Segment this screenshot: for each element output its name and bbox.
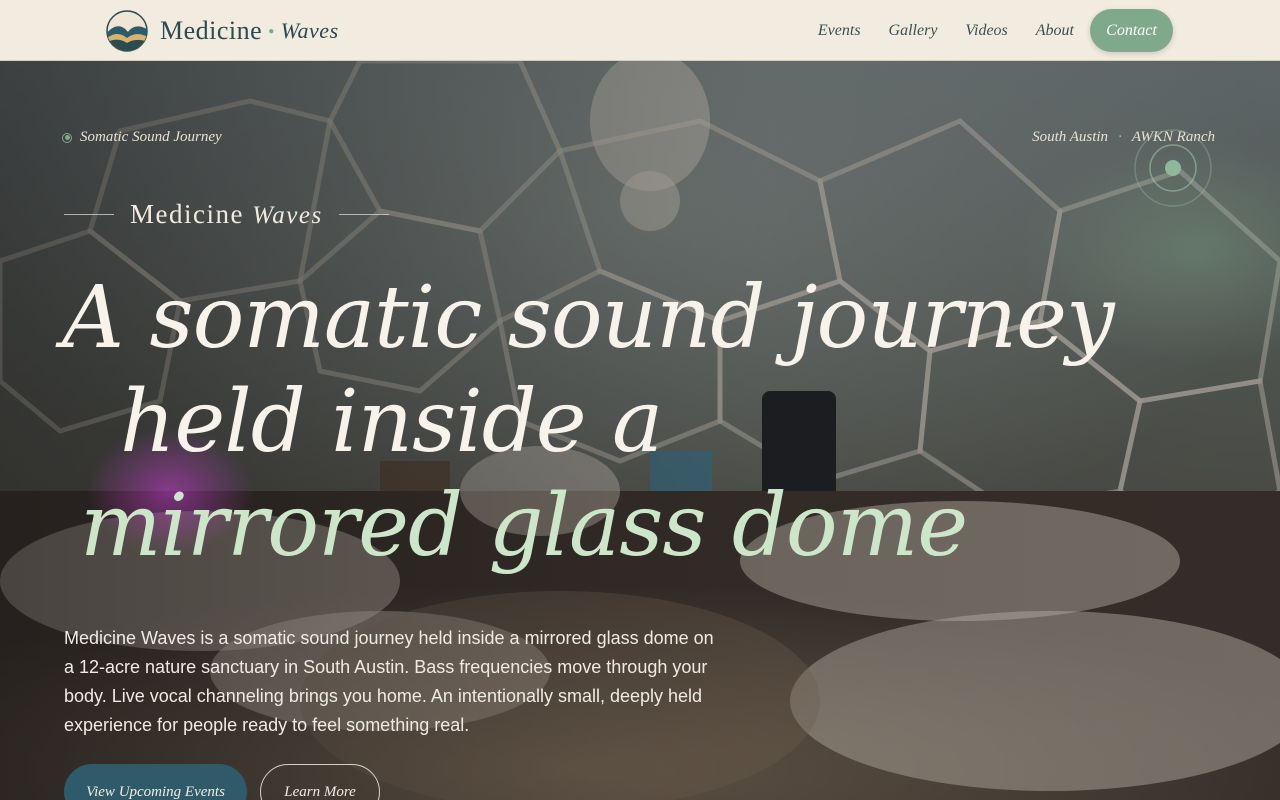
hero-headline: A somatic sound journey held inside a mi… (62, 266, 1115, 578)
hero-description: Medicine Waves is a somatic sound journe… (64, 628, 714, 735)
hero-section: Somatic Sound Journey South Austin · AWK… (0, 61, 1280, 800)
ring-dot-icon (62, 132, 72, 143)
pulse-ring-icon (1134, 129, 1212, 207)
learn-more-button[interactable]: Learn More (260, 764, 380, 800)
nav-link-videos[interactable]: Videos (965, 22, 1007, 40)
brand-rule-right (338, 214, 389, 215)
brand-dot: ● (268, 25, 275, 37)
brand-name-script: Waves (280, 18, 339, 43)
brand-logo[interactable]: Medicine ● Waves (106, 10, 339, 52)
view-events-button[interactable]: View Upcoming Events (64, 764, 247, 800)
headline-line-2: held inside a (120, 372, 663, 472)
hero-brand-script: Waves (252, 202, 323, 229)
site-header: Medicine ● Waves Events Gallery Videos A… (0, 0, 1280, 61)
brand-rule-left (64, 214, 114, 215)
brand-name-main: Medicine (160, 16, 263, 45)
nav-link-about[interactable]: About (1036, 22, 1074, 40)
headline-line-1: A somatic sound journey (62, 268, 1115, 368)
hero-eyebrow: Somatic Sound Journey (62, 129, 222, 146)
headline-line-3: mirrored glass dome (80, 476, 968, 576)
location-area: South Austin (1032, 129, 1109, 145)
nav-link-events[interactable]: Events (818, 22, 861, 40)
main-nav: Events Gallery Videos About Contact (790, 9, 1173, 52)
contact-button[interactable]: Contact (1090, 9, 1173, 52)
hero-brand-name: Medicine Waves (130, 199, 323, 230)
eyebrow-label: Somatic Sound Journey (80, 129, 222, 145)
hero-brand-line: Medicine Waves (64, 199, 389, 230)
brand-wordmark: Medicine ● Waves (160, 16, 339, 46)
wave-emblem-icon (106, 10, 148, 52)
hero-brand-main: Medicine (130, 199, 244, 229)
nav-link-gallery[interactable]: Gallery (889, 22, 938, 40)
location-separator: · (1118, 129, 1122, 145)
